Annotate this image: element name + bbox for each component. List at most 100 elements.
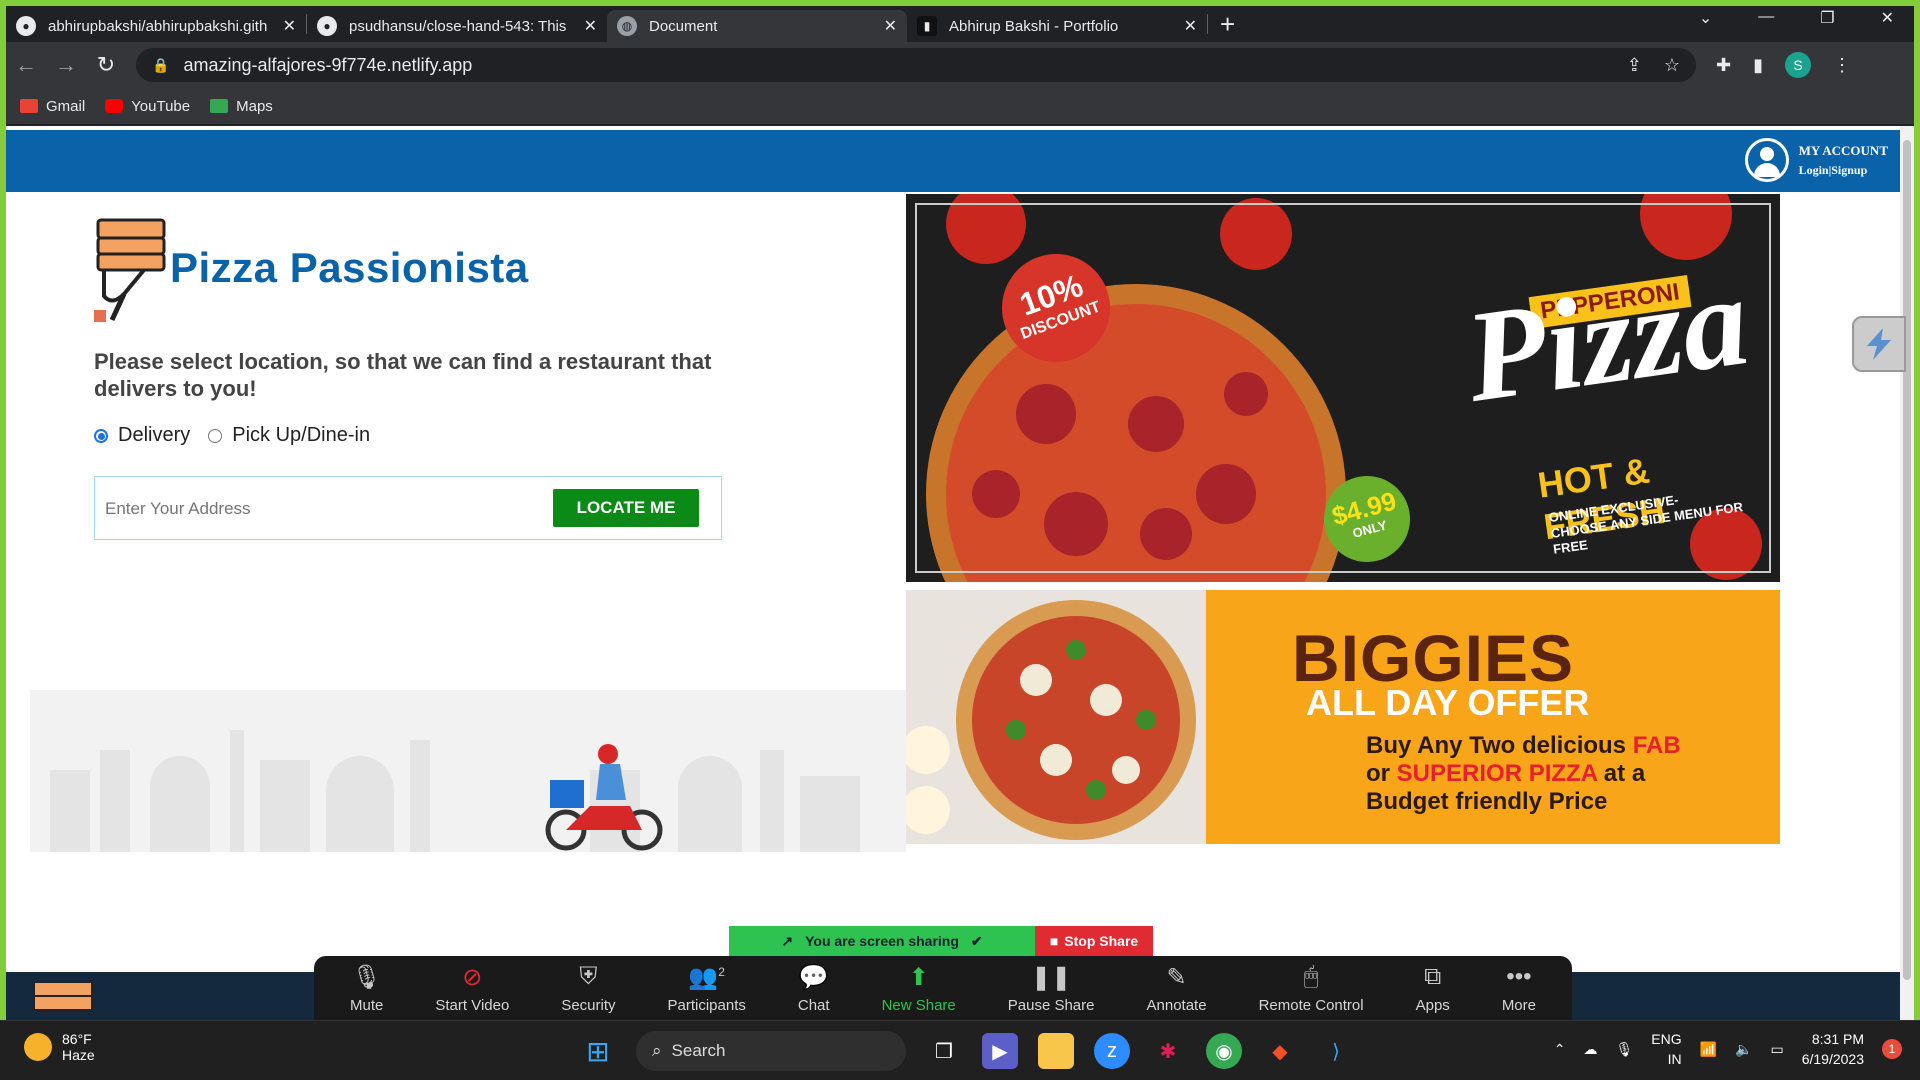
tab-document[interactable]: ◍ Document ✕	[607, 10, 907, 42]
annotate-button[interactable]: ✎ Annotate	[1147, 963, 1207, 1014]
bookmark-maps[interactable]: Maps	[210, 98, 273, 115]
star-icon[interactable]: ☆	[1664, 55, 1680, 76]
tab-strip: ● abhirupbakshi/abhirupbakshi.gith ✕ ● p…	[6, 6, 1914, 42]
pause-share-button[interactable]: ❚❚ Pause Share	[1008, 963, 1095, 1014]
chevron-down-icon[interactable]: ⌄	[1699, 8, 1712, 28]
delivery-radio[interactable]	[94, 428, 108, 443]
tab-portfolio[interactable]: ▮ Abhirup Bakshi - Portfolio ✕	[907, 10, 1207, 42]
lightning-icon	[1867, 328, 1891, 360]
onedrive-icon[interactable]: ☁	[1583, 1041, 1597, 1058]
slack-icon[interactable]: ✱	[1150, 1033, 1186, 1069]
notification-badge[interactable]: 1	[1882, 1039, 1902, 1059]
participants-button[interactable]: 👥2 Participants	[668, 963, 746, 1014]
zoom-float-icon[interactable]	[1852, 316, 1906, 372]
user-icon[interactable]	[1744, 138, 1789, 182]
mute-button[interactable]: 🎙 Mute	[350, 963, 383, 1014]
windows-start-icon[interactable]: ⊞	[580, 1033, 616, 1069]
back-button[interactable]: ←	[6, 52, 46, 78]
stop-share-button[interactable]: ■ Stop Share	[1035, 926, 1153, 956]
biggies-offer-banner[interactable]: BIGGIES ALL DAY OFFER Buy Any Two delici…	[906, 590, 1780, 844]
web-page: MY ACCOUNT Login|Signup Pizza Passionist…	[6, 126, 1900, 972]
file-explorer-icon[interactable]	[1038, 1033, 1074, 1069]
delivery-label[interactable]: Delivery	[118, 424, 190, 447]
screen-share-notice: ↗ You are screen sharing ✔ ■ Stop Share	[729, 926, 1153, 956]
microphone-tray-icon[interactable]: 🎙	[1615, 1041, 1633, 1058]
microphone-icon: 🎙	[351, 963, 382, 991]
git-icon[interactable]: ◆	[1262, 1033, 1298, 1069]
chevron-up-icon[interactable]: ⌃	[1554, 1041, 1566, 1058]
more-label: More	[1501, 996, 1536, 1014]
pickup-radio[interactable]	[208, 428, 223, 443]
task-view-icon[interactable]: ❐	[926, 1033, 962, 1069]
speaker-icon[interactable]: 🔈	[1735, 1041, 1752, 1058]
participants-count: 2	[718, 964, 725, 979]
weather-widget[interactable]: 86°F Haze	[24, 1031, 95, 1063]
more-icon: •••	[1506, 962, 1532, 990]
login-signup-link[interactable]: Login|Signup	[1799, 163, 1888, 178]
url-bar[interactable]: 🔒 amazing-alfajores-9f774e.netlify.app ⇪…	[136, 48, 1696, 82]
brand-title: Pizza Passionista	[170, 244, 529, 291]
vscode-icon[interactable]: ⟩	[1318, 1033, 1354, 1069]
share-arrow-icon: ↗	[781, 932, 794, 949]
taskbar-search[interactable]: ⌕ Search	[636, 1031, 906, 1071]
forward-button[interactable]: →	[46, 52, 86, 78]
remote-control-button[interactable]: 🖱 Remote Control	[1259, 963, 1364, 1014]
close-window-button[interactable]: ✕	[1881, 8, 1894, 28]
locate-me-button[interactable]: LOCATE ME	[553, 489, 699, 527]
bookmark-label: YouTube	[131, 97, 191, 115]
pickup-label[interactable]: Pick Up/Dine-in	[232, 424, 370, 447]
apps-label: Apps	[1415, 996, 1450, 1014]
restore-button[interactable]: ❐	[1820, 8, 1834, 28]
close-icon[interactable]: ✕	[283, 16, 296, 36]
teams-icon[interactable]: ▶	[982, 1033, 1018, 1069]
share-up-icon: ⬆	[908, 963, 929, 991]
side-panel-icon[interactable]: ▮	[1753, 55, 1763, 76]
zoom-icon[interactable]: z	[1094, 1033, 1130, 1069]
search-icon: ⌕	[652, 1041, 662, 1060]
account-title: MY ACCOUNT	[1798, 142, 1888, 158]
wifi-icon[interactable]: 📶	[1700, 1041, 1717, 1058]
more-button[interactable]: ••• More	[1502, 963, 1536, 1014]
minimize-button[interactable]: —	[1758, 8, 1774, 28]
scrollbar-thumb[interactable]	[1903, 140, 1911, 980]
page-scrollbar[interactable]	[1900, 126, 1914, 1020]
chrome-icon[interactable]: ◉	[1206, 1033, 1242, 1069]
security-label: Security	[561, 996, 616, 1014]
security-button[interactable]: ⛨ Security	[561, 963, 615, 1014]
close-icon[interactable]: ✕	[884, 16, 897, 36]
tab-github-2[interactable]: ● psudhansu/close-hand-543: This ✕	[307, 10, 607, 42]
new-share-button[interactable]: ⬆ New Share	[882, 963, 956, 1014]
menu-icon[interactable]: ⋮	[1833, 55, 1851, 76]
address-input[interactable]	[105, 493, 525, 525]
puzzle-icon[interactable]: ✚	[1716, 55, 1731, 76]
remote-control-label: Remote Control	[1258, 996, 1364, 1014]
sharing-indicator[interactable]: ↗ You are screen sharing ✔	[729, 926, 1035, 956]
close-icon[interactable]: ✕	[1184, 16, 1197, 36]
language-indicator[interactable]: ENG IN	[1651, 1029, 1681, 1069]
clock[interactable]: 8:31 PM 6/19/2023	[1802, 1029, 1864, 1069]
reload-button[interactable]: ↻	[86, 52, 126, 78]
bookmark-gmail[interactable]: Gmail	[20, 98, 85, 115]
url-text: amazing-alfajores-9f774e.netlify.app	[183, 54, 473, 75]
bookmark-youtube[interactable]: YouTube	[105, 98, 190, 115]
profile-avatar[interactable]: S	[1785, 52, 1811, 78]
chat-button[interactable]: 💬 Chat	[798, 963, 830, 1014]
apps-button[interactable]: ⧉ Apps	[1416, 963, 1450, 1014]
pepperoni-pizza-banner[interactable]: 10% DISCOUNT PEPPERONI Pizza HOT & FRESH…	[906, 194, 1780, 582]
battery-icon[interactable]: ▭	[1770, 1041, 1783, 1058]
omnibox-actions: ⇪ ☆	[1627, 55, 1680, 76]
youtube-icon	[105, 99, 124, 113]
share-icon[interactable]: ⇪	[1627, 55, 1642, 76]
gmail-icon	[20, 99, 38, 113]
offer-text: Buy Any Two delicious FAB or SUPERIOR PI…	[1366, 732, 1746, 816]
tab-github-1[interactable]: ● abhirupbakshi/abhirupbakshi.gith ✕	[6, 10, 306, 42]
my-account[interactable]: MY ACCOUNT Login|Signup	[1744, 138, 1888, 182]
close-icon[interactable]: ✕	[584, 16, 597, 36]
new-tab-button[interactable]: +	[1220, 9, 1235, 40]
site-header: MY ACCOUNT Login|Signup	[6, 130, 1900, 192]
video-off-icon: ⊘	[462, 963, 483, 991]
tab-title: Abhirup Bakshi - Portfolio	[949, 17, 1119, 35]
lock-icon[interactable]: 🔒	[152, 57, 169, 74]
offer-line3: Budget friendly Price	[1366, 788, 1608, 815]
start-video-button[interactable]: ⊘ Start Video	[435, 963, 509, 1014]
